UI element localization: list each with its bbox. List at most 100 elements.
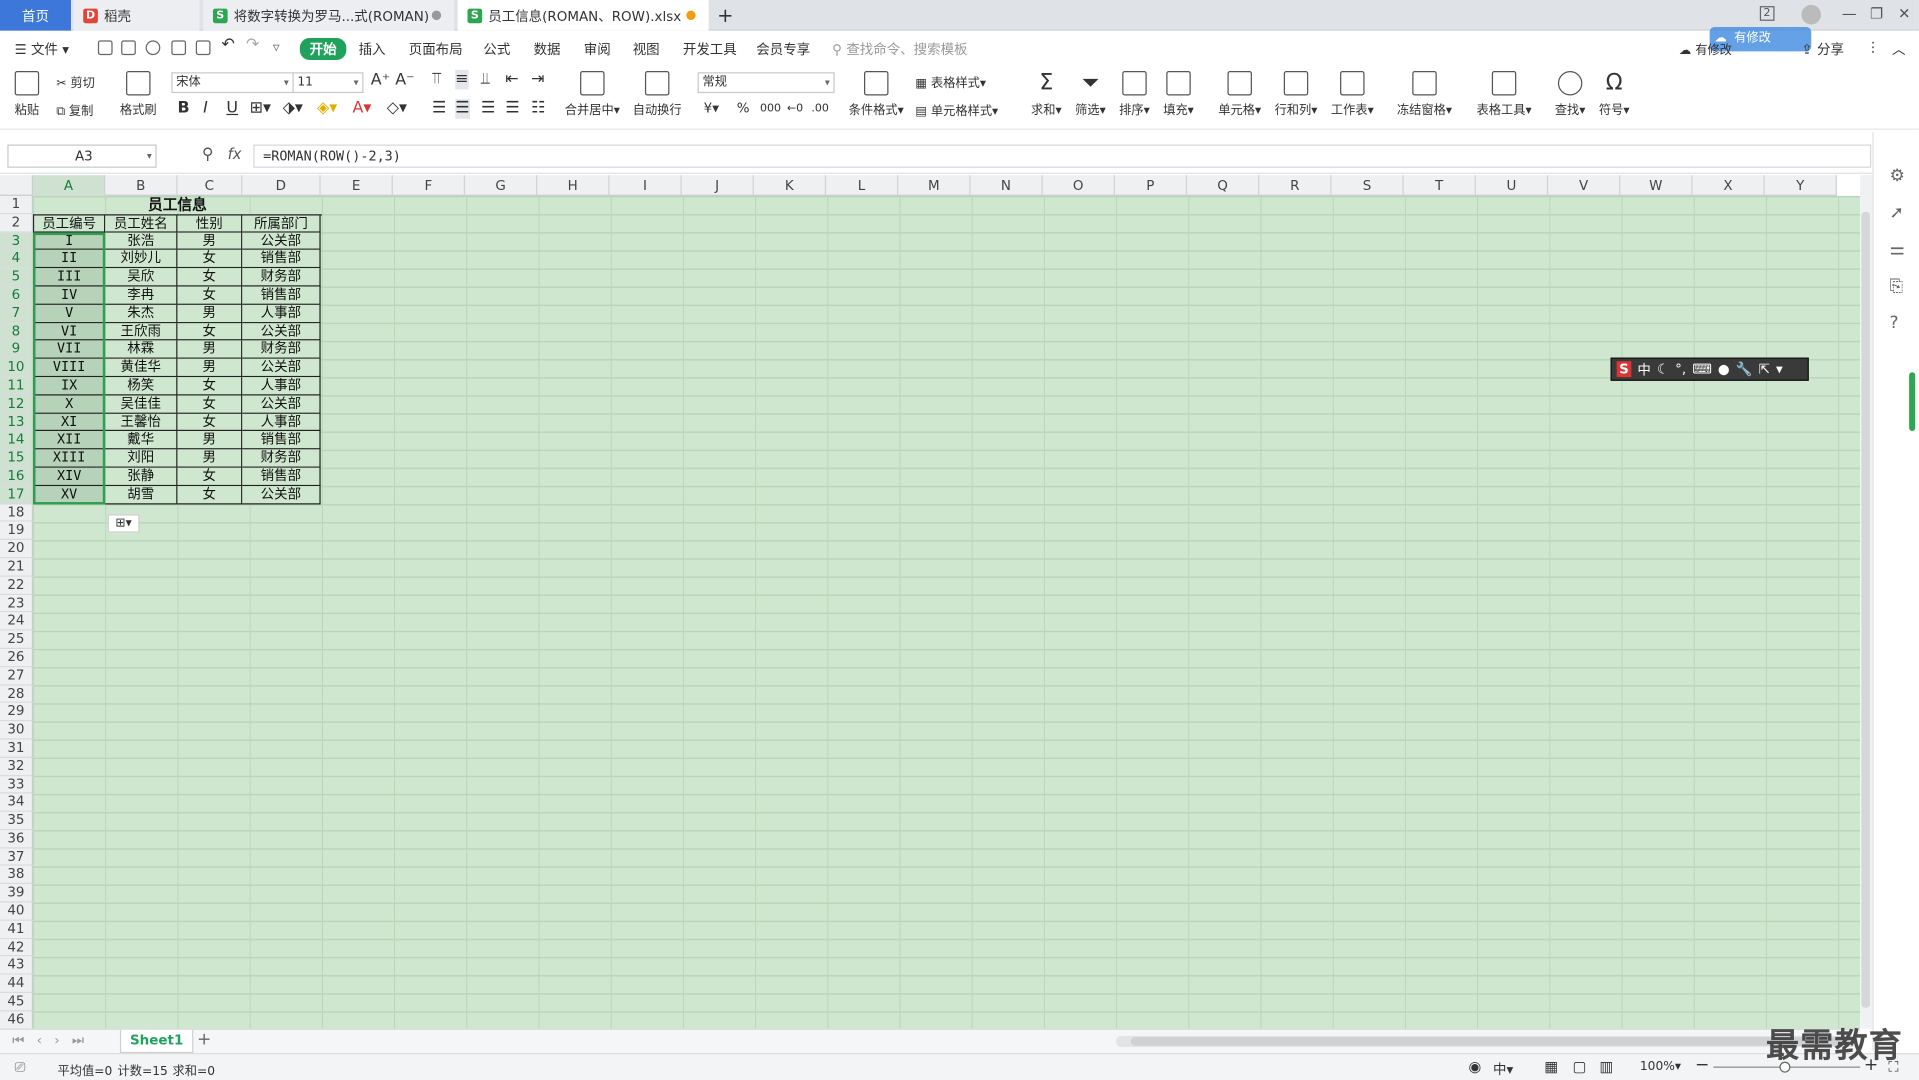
copy-button[interactable]: ⧉ 复制 bbox=[56, 100, 93, 118]
filter-button[interactable]: ⏷ 筛选▾ bbox=[1072, 70, 1109, 117]
align-top-icon[interactable]: ⫪ bbox=[432, 70, 441, 90]
column-header-s[interactable]: S bbox=[1331, 175, 1404, 196]
tab-close-icon[interactable]: ● bbox=[431, 9, 442, 22]
row-header-13[interactable]: 13 bbox=[0, 413, 34, 432]
align-middle-icon[interactable]: ≡ bbox=[455, 69, 469, 90]
cell-name[interactable]: 李冉 bbox=[105, 286, 178, 305]
table-title-cell[interactable]: 员工信息 bbox=[33, 196, 322, 214]
column-header[interactable]: ABCDEFGHIJKLMNOPQRSTUVWXY bbox=[33, 175, 1837, 196]
conditional-format-button[interactable]: 条件格式▾ bbox=[847, 71, 906, 118]
cell-id[interactable]: VI bbox=[34, 322, 106, 341]
find-button[interactable]: 查找▾ bbox=[1552, 71, 1589, 118]
cell-id[interactable]: XIII bbox=[34, 449, 106, 468]
horizontal-scrollbar[interactable] bbox=[1116, 1035, 1858, 1047]
row-header-22[interactable]: 22 bbox=[0, 576, 34, 595]
cell-gender[interactable]: 男 bbox=[177, 449, 243, 468]
cell-dept[interactable]: 销售部 bbox=[242, 286, 321, 305]
column-header-l[interactable]: L bbox=[826, 175, 899, 196]
ime-toolbar[interactable]: S 中 ☾ °, ⌨ ● 🔧 ⇱ ▾ bbox=[1610, 357, 1809, 381]
indent-increase-icon[interactable]: ⇥ bbox=[531, 70, 544, 90]
cell-id[interactable]: IX bbox=[34, 377, 106, 396]
column-header-y[interactable]: Y bbox=[1765, 175, 1837, 196]
column-header-p[interactable]: P bbox=[1115, 175, 1188, 196]
macro-icon[interactable]: ⎚ bbox=[15, 1059, 26, 1076]
cell-name[interactable]: 刘阳 bbox=[105, 449, 178, 468]
select-all-corner[interactable] bbox=[0, 175, 34, 196]
font-family-select[interactable]: 宋体 bbox=[171, 72, 294, 94]
row-header-19[interactable]: 19 bbox=[0, 522, 34, 541]
row-header-1[interactable]: 1 bbox=[0, 195, 34, 215]
cell-id[interactable]: XV bbox=[34, 485, 106, 504]
horizontal-scroll-thumb[interactable] bbox=[1130, 1037, 1841, 1046]
cursor-icon[interactable]: ➚ bbox=[1890, 203, 1904, 223]
bold-button[interactable]: B bbox=[177, 99, 189, 119]
row-header-11[interactable]: 11 bbox=[0, 377, 34, 396]
row-header-17[interactable]: 17 bbox=[0, 485, 34, 504]
row-header-43[interactable]: 43 bbox=[0, 956, 34, 976]
sort-button[interactable]: 排序▾ bbox=[1116, 71, 1153, 118]
cell-name[interactable]: 杨笑 bbox=[105, 377, 178, 396]
menu-start[interactable]: 开始 bbox=[299, 37, 347, 61]
cell-id[interactable]: IV bbox=[34, 286, 106, 305]
font-grow-icon[interactable]: A⁺ bbox=[371, 71, 390, 91]
vertical-scroll-thumb[interactable] bbox=[1861, 211, 1870, 1008]
cell-gender[interactable]: 女 bbox=[177, 467, 243, 486]
save-icon[interactable] bbox=[121, 40, 136, 56]
row-header-26[interactable]: 26 bbox=[0, 648, 34, 668]
column-header-n[interactable]: N bbox=[970, 175, 1043, 196]
cell-gender[interactable]: 女 bbox=[177, 395, 243, 414]
indent-decrease-icon[interactable]: ⇤ bbox=[505, 70, 518, 90]
slider-settings-icon[interactable]: ⚌ bbox=[1890, 240, 1905, 260]
underline-button[interactable]: U bbox=[226, 99, 238, 119]
zoom-slider[interactable] bbox=[1713, 1061, 1861, 1073]
cell-dept[interactable]: 销售部 bbox=[242, 467, 321, 486]
zoom-out-button[interactable]: − bbox=[1695, 1056, 1709, 1076]
thousands-button[interactable]: 000 bbox=[760, 99, 781, 119]
freeze-panes-button[interactable]: 冻结窗格▾ bbox=[1395, 71, 1454, 118]
input-lang-button[interactable]: 中▾ bbox=[1493, 1059, 1513, 1079]
row-header-7[interactable]: 7 bbox=[0, 304, 34, 323]
cell-name[interactable]: 张静 bbox=[105, 467, 178, 486]
symbol-button[interactable]: Ω 符号▾ bbox=[1596, 70, 1633, 117]
name-box[interactable]: A3 bbox=[7, 144, 157, 168]
cell-id[interactable]: V bbox=[34, 304, 106, 323]
cell-gender[interactable]: 男 bbox=[177, 431, 243, 450]
row-header-6[interactable]: 6 bbox=[0, 286, 34, 305]
align-left-icon[interactable]: ☰ bbox=[432, 99, 446, 119]
tab-file-employee[interactable]: S 员工信息(ROMAN、ROW).xlsx ● bbox=[457, 0, 709, 31]
cell-dept[interactable]: 公关部 bbox=[242, 232, 321, 251]
print-icon[interactable] bbox=[171, 40, 187, 56]
redo-icon[interactable]: ↷ bbox=[246, 36, 259, 54]
cell-button[interactable]: 单元格▾ bbox=[1216, 71, 1263, 118]
cell-id[interactable]: X bbox=[34, 395, 106, 414]
sidebar-scroll-handle[interactable] bbox=[1909, 372, 1916, 432]
row-header-8[interactable]: 8 bbox=[0, 322, 34, 341]
cell-name[interactable]: 张浩 bbox=[105, 232, 178, 251]
cell-id[interactable]: VIII bbox=[34, 358, 106, 378]
worksheet-button[interactable]: 工作表▾ bbox=[1329, 71, 1376, 118]
row-header-10[interactable]: 10 bbox=[0, 358, 34, 378]
menu-page-layout[interactable]: 页面布局 bbox=[409, 39, 463, 59]
row-header-44[interactable]: 44 bbox=[0, 975, 34, 994]
sum-button[interactable]: Σ 求和▾ bbox=[1028, 70, 1065, 117]
collapse-ribbon-icon[interactable]: ︿ bbox=[1892, 39, 1905, 59]
pin-icon[interactable]: ⚙ bbox=[1890, 167, 1905, 187]
column-header-a[interactable]: A bbox=[33, 175, 106, 196]
cell-id[interactable]: I bbox=[34, 232, 106, 251]
column-header-g[interactable]: G bbox=[465, 175, 538, 196]
cell-name[interactable]: 王馨怡 bbox=[105, 413, 178, 432]
cell-name[interactable]: 吴佳佳 bbox=[105, 395, 178, 414]
row-header-16[interactable]: 16 bbox=[0, 467, 34, 486]
row-header-18[interactable]: 18 bbox=[0, 503, 34, 523]
row-header-32[interactable]: 32 bbox=[0, 757, 34, 776]
sheet-tab-sheet1[interactable]: Sheet1 bbox=[119, 1029, 194, 1054]
zoom-formula-icon[interactable]: ⚲ bbox=[202, 146, 214, 164]
cell-dept[interactable]: 人事部 bbox=[242, 304, 321, 323]
tab-home[interactable]: 首页 bbox=[0, 0, 71, 31]
align-bottom-icon[interactable]: ⫫ bbox=[481, 70, 490, 90]
cell-name[interactable]: 朱杰 bbox=[105, 304, 178, 323]
row-header-5[interactable]: 5 bbox=[0, 268, 34, 287]
cell-gender[interactable]: 男 bbox=[177, 232, 243, 251]
border-icon[interactable]: ⊞▾ bbox=[250, 99, 271, 119]
cell-name[interactable]: 刘妙儿 bbox=[105, 250, 178, 269]
